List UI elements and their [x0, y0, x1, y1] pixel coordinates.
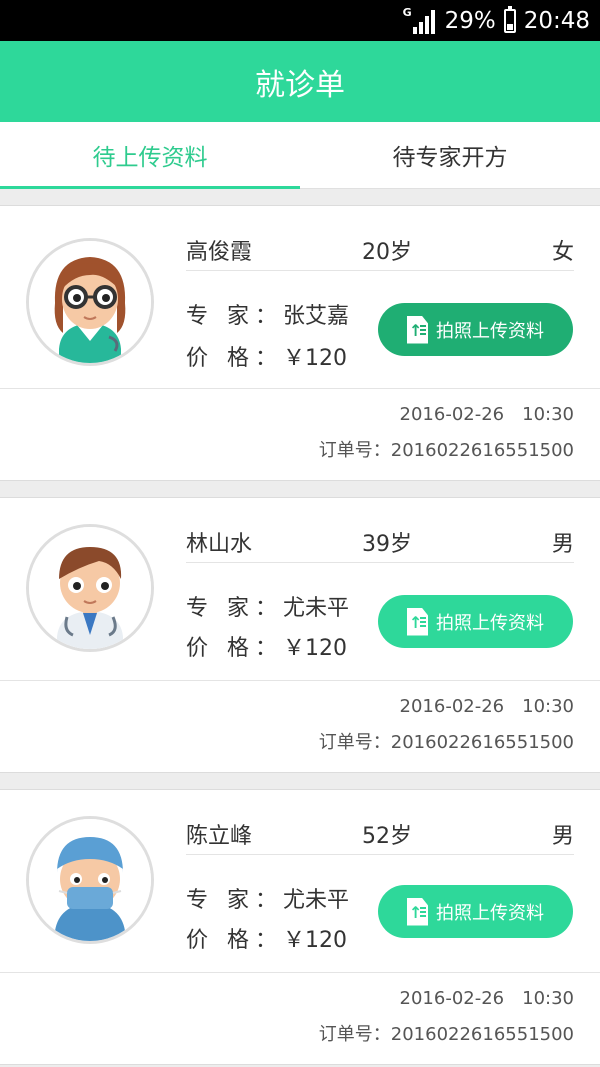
patient-gender: 男	[551, 532, 574, 557]
order-number: 订单号：2016022616551500	[319, 436, 574, 462]
upload-button-label: 拍照上传资料	[436, 612, 544, 634]
price-value: ￥120	[283, 346, 347, 371]
order-number: 订单号：2016022616551500	[319, 728, 574, 754]
tab-label: 待专家开方	[392, 145, 508, 171]
surgeon-avatar-icon	[26, 816, 154, 944]
tab-pending-prescription[interactable]: 待专家开方	[300, 122, 600, 188]
patient-age: 20岁	[362, 240, 412, 265]
page-title: 就诊单	[255, 67, 345, 103]
order-datetime: 2016-02-26 10:30	[400, 696, 574, 717]
divider	[0, 972, 600, 973]
patient-gender: 男	[551, 824, 574, 849]
order-number-label: 订单号：	[318, 440, 391, 461]
patient-name: 陈立峰	[186, 824, 253, 849]
female-doctor-avatar-icon	[26, 238, 154, 366]
tab-label: 待上传资料	[92, 145, 208, 171]
expert-info: 专 家：尤未平	[186, 590, 349, 622]
expert-label: 专 家：	[186, 304, 283, 329]
tab-bar: 待上传资料 待专家开方	[0, 122, 600, 189]
price-info: 价 格：￥120	[186, 630, 347, 662]
app-bar: 就诊单	[0, 41, 600, 122]
clock: 20:48	[523, 7, 590, 34]
order-datetime: 2016-02-26 10:30	[400, 404, 574, 425]
order-card[interactable]: 陈立峰 52岁 男 专 家：尤未平 价 格：￥120 ↑ 拍照上传资料 2016…	[0, 789, 600, 1065]
battery-percent: 29%	[444, 7, 496, 34]
expert-info: 专 家：张艾嘉	[186, 298, 349, 330]
divider	[0, 680, 600, 681]
patient-row: 林山水 39岁 男	[186, 520, 574, 563]
patient-row: 高俊霞 20岁 女	[186, 228, 574, 271]
order-time: 10:30	[522, 988, 574, 1009]
expert-name: 尤未平	[283, 888, 350, 913]
order-card[interactable]: 高俊霞 20岁 女 专 家：张艾嘉 价 格：￥120 ↑ 拍照上传资料 2016…	[0, 205, 600, 481]
price-label: 价 格：	[186, 346, 283, 371]
price-value: ￥120	[283, 928, 347, 953]
upload-button-label: 拍照上传资料	[436, 902, 544, 924]
price-label: 价 格：	[186, 928, 283, 953]
order-number-value: 2016022616551500	[390, 1024, 574, 1045]
price-info: 价 格：￥120	[186, 340, 347, 372]
expert-label: 专 家：	[186, 888, 283, 913]
order-datetime: 2016-02-26 10:30	[400, 988, 574, 1009]
order-number-label: 订单号：	[318, 1024, 391, 1045]
divider	[0, 388, 600, 389]
price-value: ￥120	[283, 636, 347, 661]
order-date: 2016-02-26	[399, 696, 505, 717]
male-doctor-avatar-icon	[26, 524, 154, 652]
patient-gender: 女	[551, 240, 574, 265]
patient-age: 52岁	[362, 824, 412, 849]
order-number-label: 订单号：	[318, 732, 391, 753]
price-info: 价 格：￥120	[186, 922, 347, 954]
price-label: 价 格：	[186, 636, 283, 661]
tab-pending-upload[interactable]: 待上传资料	[0, 122, 300, 189]
upload-document-icon: ↑	[407, 315, 428, 344]
order-number: 订单号：2016022616551500	[319, 1020, 574, 1046]
upload-document-icon: ↑	[407, 897, 428, 926]
signal-icon: G	[402, 5, 437, 34]
expert-label: 专 家：	[186, 596, 283, 621]
upload-photo-button[interactable]: ↑ 拍照上传资料	[378, 885, 573, 938]
status-bar: G 29% 20:48	[0, 0, 600, 41]
expert-info: 专 家：尤未平	[186, 882, 349, 914]
order-number-value: 2016022616551500	[390, 732, 574, 753]
patient-name: 高俊霞	[186, 240, 253, 265]
patient-name: 林山水	[186, 532, 253, 557]
patient-row: 陈立峰 52岁 男	[186, 812, 574, 855]
order-date: 2016-02-26	[399, 404, 505, 425]
upload-photo-button[interactable]: ↑ 拍照上传资料	[378, 303, 573, 356]
upload-photo-button[interactable]: ↑ 拍照上传资料	[378, 595, 573, 648]
upload-button-label: 拍照上传资料	[436, 320, 544, 342]
expert-name: 尤未平	[283, 596, 350, 621]
order-card[interactable]: 林山水 39岁 男 专 家：尤未平 价 格：￥120 ↑ 拍照上传资料 2016…	[0, 497, 600, 773]
order-time: 10:30	[522, 696, 574, 717]
expert-name: 张艾嘉	[283, 304, 350, 329]
battery-icon	[503, 5, 516, 33]
network-type: G	[402, 5, 412, 19]
patient-age: 39岁	[362, 532, 412, 557]
upload-document-icon: ↑	[407, 607, 428, 636]
order-date: 2016-02-26	[399, 988, 505, 1009]
order-number-value: 2016022616551500	[390, 440, 574, 461]
order-time: 10:30	[522, 404, 574, 425]
